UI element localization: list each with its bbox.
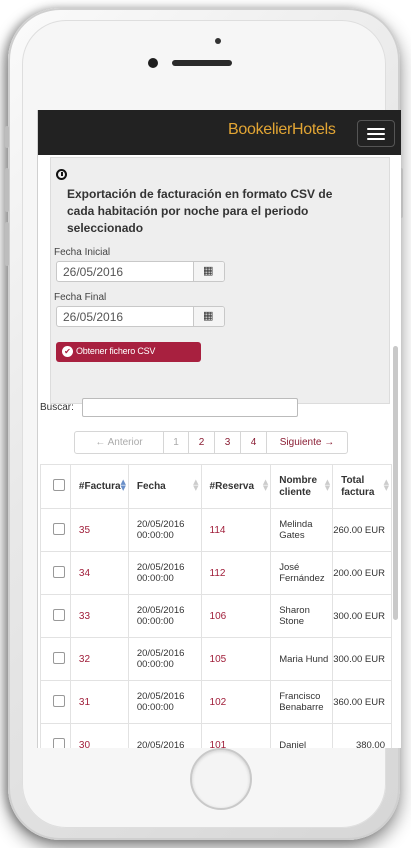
- booking-number[interactable]: 101: [200, 723, 272, 748]
- invoices-table: #Factura ▲ ▼ Fecha ▲ ▼ #Reserva ▲ ▼ Nombre cli…: [40, 464, 392, 748]
- select-all-checkbox[interactable]: [53, 479, 65, 491]
- menu-bar-icon: [367, 138, 385, 140]
- invoice-number[interactable]: 31: [69, 680, 129, 724]
- search-label: Buscar:: [40, 402, 74, 413]
- volume-up-button: [5, 168, 9, 212]
- sort-icon: ▲ ▼: [262, 478, 269, 492]
- table-row[interactable]: 33 20/05/2016 00:00:00 106 Sharon Stone …: [40, 594, 392, 638]
- pagination-page-2[interactable]: 2: [189, 432, 215, 453]
- export-title: Exportación de facturación en formato CS…: [67, 187, 333, 235]
- home-button[interactable]: [190, 748, 252, 810]
- invoice-date: 20/05/2016 00:00:00: [127, 680, 202, 724]
- calendar-icon[interactable]: ▦: [193, 307, 224, 326]
- header-total[interactable]: Total factura ▲ ▼: [332, 464, 392, 509]
- booking-number[interactable]: 106: [200, 594, 272, 638]
- booking-number[interactable]: 112: [200, 551, 272, 595]
- invoice-number[interactable]: 33: [69, 594, 129, 638]
- table-row[interactable]: 32 20/05/2016 00:00:00 105 Maria Hund 30…: [40, 637, 392, 681]
- volume-down-button: [5, 222, 9, 266]
- client-name: Daniel: [270, 723, 334, 748]
- table-row[interactable]: 35 20/05/2016 00:00:00 114 Melinda Gates…: [40, 508, 392, 552]
- start-date-value: 26/05/2016: [63, 265, 124, 279]
- booking-number[interactable]: 105: [200, 637, 272, 681]
- check-circle-icon: ✔: [62, 346, 73, 357]
- mute-switch: [5, 126, 9, 148]
- pagination-page-3[interactable]: 3: [215, 432, 241, 453]
- proximity-sensor: [215, 38, 221, 44]
- table-row[interactable]: 34 20/05/2016 00:00:00 112 José Fernánde…: [40, 551, 392, 595]
- client-name: Maria Hund: [270, 637, 334, 681]
- invoice-date: 20/05/2016: [127, 723, 202, 748]
- start-date-label: Fecha Inicial: [54, 247, 111, 258]
- brand-logo[interactable]: BookelierHotels: [228, 121, 336, 139]
- table-row[interactable]: 31 20/05/2016 00:00:00 102 Francisco Ben…: [40, 680, 392, 724]
- info-icon: [56, 169, 67, 180]
- pagination-prev[interactable]: ← Anterior: [75, 432, 164, 453]
- table-row[interactable]: 30 20/05/2016 101 Daniel 380.00: [40, 723, 392, 748]
- invoice-number[interactable]: 32: [69, 637, 129, 681]
- client-name: José Fernández: [270, 551, 334, 595]
- front-camera-icon: [148, 58, 158, 68]
- menu-bar-icon: [367, 128, 385, 130]
- invoice-number[interactable]: 34: [69, 551, 129, 595]
- invoice-total: 300.00 EUR: [332, 594, 392, 638]
- header-cliente[interactable]: Nombre cliente ▲ ▼: [270, 464, 334, 509]
- client-name: Francisco Benabarre: [270, 680, 334, 724]
- invoice-date: 20/05/2016 00:00:00: [127, 594, 202, 638]
- invoice-total: 380.00: [332, 723, 392, 748]
- sort-icon: ▲ ▼: [383, 478, 389, 492]
- booking-number[interactable]: 102: [200, 680, 272, 724]
- sort-icon: ▲ ▼: [120, 478, 126, 492]
- invoice-total: 260.00 EUR: [332, 508, 392, 552]
- header-factura[interactable]: #Factura ▲ ▼: [69, 464, 129, 509]
- search-input[interactable]: [82, 398, 298, 417]
- get-csv-button[interactable]: ✔ Obtener fichero CSV: [56, 342, 201, 362]
- row-checkbox[interactable]: [53, 608, 65, 621]
- earpiece-speaker: [172, 60, 232, 66]
- sort-icon: ▲ ▼: [324, 478, 331, 492]
- pagination: ← Anterior 1 2 3 4 Siguiente →: [74, 431, 348, 454]
- select-all-header: [40, 464, 71, 509]
- get-csv-button-label: Obtener fichero CSV: [76, 346, 156, 356]
- invoice-number[interactable]: 30: [69, 723, 129, 748]
- pagination-next[interactable]: Siguiente →: [267, 432, 347, 453]
- menu-bar-icon: [367, 133, 385, 135]
- export-panel: Exportación de facturación en formato CS…: [50, 157, 390, 404]
- screen: BookelierHotels Exportación de facturaci…: [37, 110, 401, 748]
- booking-number[interactable]: 114: [200, 508, 272, 552]
- navbar: BookelierHotels: [38, 110, 401, 155]
- header-reserva[interactable]: #Reserva ▲ ▼: [200, 464, 272, 509]
- pagination-page-4[interactable]: 4: [241, 432, 267, 453]
- end-date-label: Fecha Final: [54, 292, 107, 303]
- row-checkbox[interactable]: [53, 737, 65, 748]
- client-name: Sharon Stone: [270, 594, 334, 638]
- hamburger-menu-button[interactable]: [357, 120, 395, 147]
- table-header-row: #Factura ▲ ▼ Fecha ▲ ▼ #Reserva ▲ ▼ Nombre cli…: [40, 464, 392, 509]
- row-checkbox[interactable]: [53, 651, 65, 664]
- calendar-icon[interactable]: ▦: [193, 262, 224, 281]
- row-checkbox[interactable]: [53, 694, 65, 707]
- end-date-value: 26/05/2016: [63, 310, 124, 324]
- invoice-date: 20/05/2016 00:00:00: [127, 637, 202, 681]
- start-date-field[interactable]: 26/05/2016 ▦: [56, 261, 225, 282]
- row-checkbox[interactable]: [53, 565, 65, 578]
- client-name: Melinda Gates: [270, 508, 334, 552]
- invoice-total: 360.00 EUR: [332, 680, 392, 724]
- invoice-total: 300.00 EUR: [332, 637, 392, 681]
- header-fecha[interactable]: Fecha ▲ ▼: [127, 464, 202, 509]
- row-checkbox[interactable]: [53, 522, 65, 535]
- sort-icon: ▲ ▼: [193, 478, 199, 492]
- invoice-number[interactable]: 35: [69, 508, 129, 552]
- pagination-page-1[interactable]: 1: [164, 432, 189, 453]
- end-date-field[interactable]: 26/05/2016 ▦: [56, 306, 225, 327]
- invoice-date: 20/05/2016 00:00:00: [127, 551, 202, 595]
- invoice-date: 20/05/2016 00:00:00: [127, 508, 202, 552]
- scrollbar[interactable]: [393, 346, 398, 620]
- invoice-total: 200.00 EUR: [332, 551, 392, 595]
